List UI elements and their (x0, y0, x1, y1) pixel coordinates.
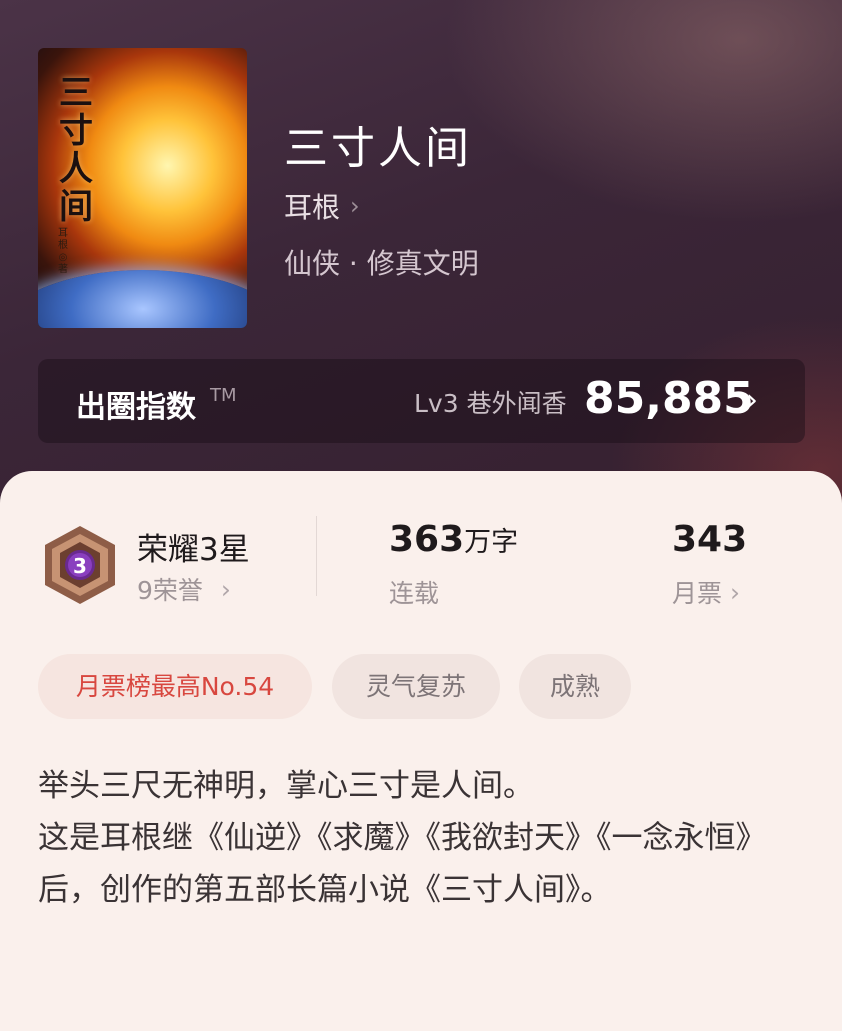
description-line: 举头三尺无神明，掌心三寸是人间。 (38, 768, 534, 804)
index-score: 85,885 (584, 373, 754, 424)
author-link[interactable]: 耳根 › (284, 186, 360, 226)
monthly-ticket-link[interactable]: 月票 › (672, 574, 740, 610)
index-label: 出圈指数 (76, 390, 196, 425)
book-genre: 仙侠 · 修真文明 (284, 247, 479, 280)
book-cover-image[interactable]: 三寸人间 耳根◎著 (38, 48, 247, 328)
popularity-index-bar[interactable]: 出圈指数 TM Lv3 巷外闻香 85,885 › (38, 359, 805, 443)
index-level: Lv3 巷外闻香 (414, 389, 567, 418)
word-count: 363万字 (389, 519, 518, 560)
monthly-ticket-label: 月票 (672, 579, 723, 608)
honor-count: 9荣誉 (137, 576, 203, 605)
chevron-right-icon: › (746, 383, 758, 418)
word-count-unit: 万字 (464, 527, 519, 558)
word-count-value: 363 (389, 519, 465, 560)
book-description: 举头三尺无神明，掌心三寸是人间。 这是耳根继《仙逆》《求魔》《我欲封天》《一念永… (38, 760, 788, 916)
author-name: 耳根 (284, 191, 341, 224)
chevron-right-icon: › (350, 192, 360, 220)
description-line: 这是耳根继《仙逆》《求魔》《我欲封天》《一念永恒》后，创作的第五部长篇小说《三寸… (38, 820, 767, 908)
monthly-ticket-count: 343 (672, 519, 748, 560)
book-title: 三寸人间 (284, 123, 472, 174)
tag-genre[interactable]: 灵气复苏 (332, 654, 500, 719)
cover-title: 三寸人间 (59, 73, 93, 227)
honor-title: 荣耀3星 (137, 532, 250, 568)
honor-link[interactable]: 9荣誉 › (137, 571, 231, 607)
cover-planet (38, 270, 247, 328)
chevron-right-icon: › (730, 577, 741, 607)
badge-number: 3 (73, 554, 87, 578)
serial-status-label: 连载 (389, 579, 440, 608)
stats-divider (316, 516, 317, 596)
trademark-mark: TM (210, 385, 237, 406)
chevron-right-icon: › (220, 574, 231, 604)
cover-author: 耳根◎著 (58, 228, 68, 275)
tag-style[interactable]: 成熟 (519, 654, 631, 719)
honor-badge-icon[interactable]: 3 (42, 524, 118, 606)
tag-ranking[interactable]: 月票榜最高No.54 (38, 654, 312, 719)
